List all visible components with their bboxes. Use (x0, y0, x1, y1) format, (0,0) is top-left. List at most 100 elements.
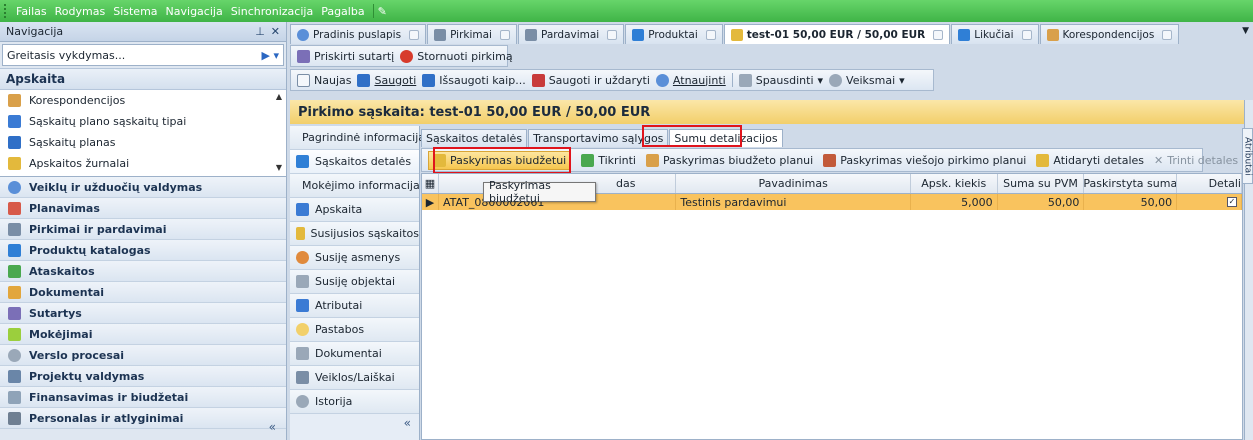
tab-produktai[interactable]: Produktai (625, 24, 723, 44)
nav-cat-purchases-sales[interactable]: Pirkimai ir pardavimai (0, 219, 286, 240)
nav-cat-financing[interactable]: Finansavimas ir biudžetai (0, 387, 286, 408)
close-tab-icon[interactable] (499, 29, 510, 40)
tab-label: Korespondencijos (1062, 28, 1155, 41)
menu-sistema[interactable]: Sistema (109, 5, 161, 18)
new-document-icon (297, 73, 310, 87)
detail-nav-history[interactable]: Istorija (290, 390, 419, 414)
detail-nav-payment-info[interactable]: Mokėjimo informacija (290, 174, 420, 198)
scroll-up-icon[interactable]: ▲ (276, 92, 282, 101)
menu-rodymas[interactable]: Rodymas (51, 5, 110, 18)
tab-pradinis-puslapis[interactable]: Pradinis puslapis (290, 24, 427, 44)
nav-cat-contracts[interactable]: Sutartys (0, 303, 286, 324)
cell-detail[interactable]: ✓ (1177, 194, 1243, 210)
nav-item-chart-of-accounts[interactable]: Sąskaitų planas (0, 132, 286, 153)
nav-cat-business-processes[interactable]: Verslo procesai (0, 345, 286, 366)
save-close-button[interactable]: Saugoti ir uždaryti (531, 73, 650, 87)
detail-nav-related-invoices[interactable]: Susijusios sąskaitos (290, 222, 419, 246)
detail-nav-documents[interactable]: Dokumentai (290, 342, 419, 366)
detail-nav-label: Istorija (315, 395, 353, 408)
close-tab-icon[interactable] (933, 29, 944, 40)
detail-nav-notes[interactable]: Pastabos (290, 318, 419, 342)
close-tab-icon[interactable] (607, 29, 618, 40)
nav-item-korespondencijos[interactable]: Korespondencijos (0, 90, 286, 111)
detail-nav-related-persons[interactable]: Susiję asmenys (290, 246, 419, 270)
close-tab-icon[interactable] (1162, 29, 1173, 40)
reverse-purchase-button[interactable]: Stornuoti pirkimą (400, 49, 513, 63)
check-button[interactable]: Tikrinti (581, 153, 636, 167)
detail-nav-accounting[interactable]: Apskaita (290, 198, 419, 222)
menu-failas[interactable]: Failas (12, 5, 51, 18)
gear-icon (829, 73, 843, 87)
nav-cat-planning[interactable]: Planavimas (0, 198, 286, 219)
letter-icon (296, 371, 309, 384)
assign-contract-label: Priskirti sutartį (314, 49, 395, 63)
save-as-button[interactable]: Išsaugoti kaip... (422, 73, 526, 87)
cell-quantity[interactable]: 5,000 (911, 194, 998, 210)
print-button[interactable]: Spausdinti ▾ (738, 73, 823, 87)
close-tab-icon[interactable] (705, 29, 716, 40)
detail-nav-activities[interactable]: Veiklos/Laiškai (290, 366, 419, 390)
attributes-side-tab[interactable]: Atributai (1242, 128, 1253, 184)
menu-separator (372, 4, 374, 18)
save-button[interactable]: Saugoti (357, 73, 417, 87)
column-selector-icon[interactable]: ▦ (422, 174, 439, 193)
collapse-sidebar-icon[interactable]: « (404, 416, 411, 430)
tabs-overflow-icon[interactable]: ▼ (1242, 26, 1249, 36)
tab-pardavimai[interactable]: Pardavimai (517, 24, 625, 44)
save-label: Saugoti (374, 73, 417, 87)
open-details-button[interactable]: Atidaryti detales (1036, 153, 1144, 167)
nav-cat-personnel[interactable]: Personalas ir atlyginimai (0, 408, 286, 429)
nav-item-journals[interactable]: Apskaitos žurnalai (0, 153, 286, 174)
new-button[interactable]: Naujas (297, 73, 351, 87)
quick-run-go-icon[interactable]: ▶ ▾ (262, 49, 279, 62)
detail-nav-related-objects[interactable]: Susiję objektai (290, 270, 419, 294)
nav-cat-activities[interactable]: Veiklų ir užduočių valdymas (0, 177, 286, 198)
assign-budget-plan-button[interactable]: Paskyrimas biudžeto planui (645, 153, 813, 167)
actions-button[interactable]: Veiksmai ▾ (829, 73, 905, 87)
nav-cat-documents[interactable]: Dokumentai (0, 282, 286, 303)
close-tab-icon[interactable] (409, 29, 420, 40)
tab-invoice-test-01[interactable]: test-01 50,00 EUR / 50,00 EUR (723, 24, 951, 44)
invoice-action-toolbar: Priskirti sutartį Stornuoti pirkimą (290, 45, 513, 67)
pin-panel-icon[interactable]: ⊥ (255, 25, 265, 38)
menu-navigacija[interactable]: Navigacija (162, 5, 227, 18)
column-header-name[interactable]: Pavadinimas (676, 174, 911, 193)
delete-details-button[interactable]: ✕ Trinti detales (1154, 154, 1238, 167)
cell-name[interactable]: Testinis pardavimui (676, 194, 911, 210)
subtab-invoice-details[interactable]: Sąskaitos detalės (421, 129, 528, 147)
scroll-down-icon[interactable]: ▼ (276, 163, 282, 172)
quick-run-input[interactable]: Greitasis vykdymas... ▶ ▾ (2, 44, 284, 66)
column-header-sum-vat[interactable]: Suma su PVM (998, 174, 1085, 193)
nav-item-label: Sąskaitų plano sąskaitų tipai (29, 115, 187, 128)
nav-cat-projects[interactable]: Projektų valdymas (0, 366, 286, 387)
assign-contract-button[interactable]: Priskirti sutartį (297, 49, 395, 63)
menu-sinchronizacija[interactable]: Sinchronizacija (227, 5, 317, 18)
detail-nav-attributes[interactable]: Atributai (290, 294, 419, 318)
close-panel-icon[interactable]: ✕ (271, 25, 280, 38)
nav-cat-reports[interactable]: Ataskaitos (0, 261, 286, 282)
menu-grip (4, 4, 8, 18)
column-header-assigned-sum[interactable]: Paskirstyta suma (1084, 174, 1178, 193)
pin-icon[interactable]: ✎ (378, 5, 387, 18)
tab-korespondencijos[interactable]: Korespondencijos (1039, 24, 1180, 44)
menu-pagalba[interactable]: Pagalba (317, 5, 368, 18)
tab-pirkimai[interactable]: Pirkimai (427, 24, 517, 44)
assign-public-plan-button[interactable]: Paskyrimas viešojo pirkimo planui (823, 153, 1026, 167)
close-tab-icon[interactable] (1021, 29, 1032, 40)
column-header-detail[interactable]: Detali (1177, 174, 1242, 193)
delete-x-icon: ✕ (1154, 153, 1164, 167)
nav-item-account-types[interactable]: Sąskaitų plano sąskaitų tipai (0, 111, 286, 132)
tab-likuciai[interactable]: Likučiai (951, 24, 1039, 44)
detail-checkbox[interactable]: ✓ (1227, 197, 1238, 207)
nav-cat-product-catalog[interactable]: Produktų katalogas (0, 240, 286, 261)
column-header-quantity[interactable]: Apsk. kiekis (911, 174, 998, 193)
personnel-icon (8, 411, 21, 425)
nav-cat-payments[interactable]: Mokėjimai (0, 324, 286, 345)
collapse-navigation-icon[interactable]: « (269, 420, 276, 434)
nav-categories: Veiklų ir užduočių valdymas Planavimas P… (0, 177, 286, 429)
cell-assigned-sum[interactable]: 50,00 (1084, 194, 1178, 210)
detail-nav-invoice-details[interactable]: Sąskaitos detalės (290, 150, 419, 174)
refresh-button[interactable]: Atnaujinti (655, 73, 726, 87)
cell-sum-vat[interactable]: 50,00 (998, 194, 1085, 210)
detail-nav-main-info[interactable]: Pagrindinė informacija (290, 126, 425, 150)
